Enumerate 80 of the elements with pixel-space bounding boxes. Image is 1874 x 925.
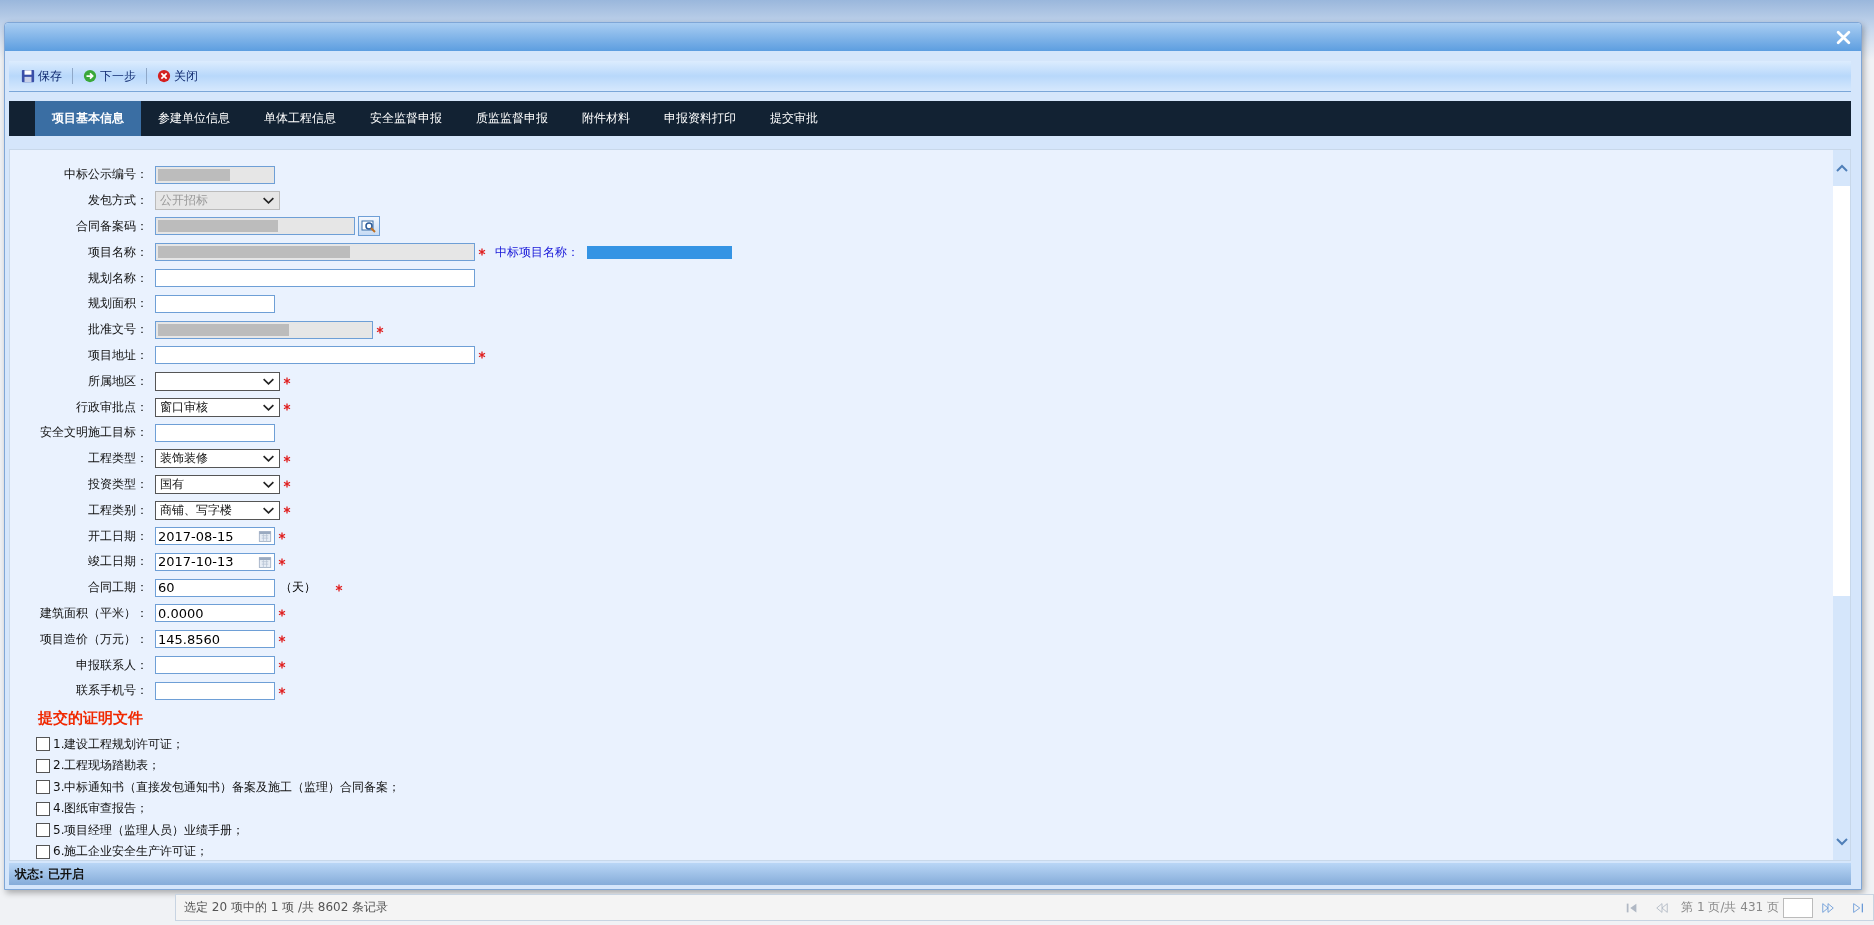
input-field[interactable]: 60	[155, 578, 275, 597]
scrollbar[interactable]	[1833, 150, 1850, 860]
checkbox-label: 6.施工企业安全生产许可证；	[53, 843, 209, 860]
field-label: 联系手机号：	[75, 682, 148, 700]
input-field[interactable]	[155, 269, 475, 288]
checkbox[interactable]	[36, 780, 50, 795]
scroll-down-icon[interactable]	[1835, 838, 1848, 846]
checkbox-label: 2.工程现场踏勘表；	[53, 757, 161, 775]
tab[interactable]: 安全监督申报	[353, 101, 459, 136]
field-label: 竣工日期：	[87, 553, 148, 571]
toolbar-button[interactable]: 保存	[19, 65, 64, 87]
field-label: 合同备案码：	[75, 218, 148, 235]
input-field[interactable]	[155, 423, 275, 442]
field-label: 所属地区：	[87, 372, 148, 390]
field-label: 项目造价（万元）：	[39, 630, 148, 648]
checkbox[interactable]	[36, 737, 50, 752]
input-field[interactable]: 0.0000	[155, 604, 275, 623]
field-label: 工程类别：	[87, 501, 148, 519]
checkbox[interactable]	[36, 802, 50, 816]
tab[interactable]: 单体工程信息	[247, 101, 353, 136]
field-label: 规划名称：	[87, 269, 148, 287]
close-icon	[157, 69, 171, 83]
dropdown[interactable]: 窗口审核	[155, 397, 280, 417]
page-number-field[interactable]	[1783, 897, 1813, 918]
date-field[interactable]: 2017-08-15	[155, 527, 275, 546]
toolbar-button[interactable]: 下一步	[81, 65, 138, 87]
close-icon[interactable]	[1836, 29, 1851, 45]
tab[interactable]: 附件材料	[565, 101, 647, 136]
dropdown[interactable]: 商铺、写字楼	[155, 500, 280, 520]
last-page-icon[interactable]	[1851, 900, 1865, 915]
tab[interactable]: 提交审批	[753, 101, 835, 136]
scroll-up-icon[interactable]	[1835, 164, 1848, 172]
field-label: 发包方式：	[87, 192, 148, 210]
input-field[interactable]: 145.8560	[155, 630, 275, 649]
calendar-icon[interactable]	[258, 530, 272, 544]
tab[interactable]: 质监监督申报	[459, 101, 565, 136]
unit-label: （天）	[280, 579, 316, 597]
field-label: 项目地址：	[87, 346, 148, 364]
field-label: 开工日期：	[87, 527, 148, 545]
tab[interactable]: 项目基本信息	[35, 101, 141, 136]
field-label: 项目名称：	[87, 243, 148, 261]
tab[interactable]: 申报资料打印	[647, 101, 753, 136]
field-label: 中标公示编号：	[63, 166, 148, 184]
lookup-button[interactable]	[358, 216, 380, 237]
checkbox-label: 5.项目经理（监理人员）业绩手册；	[53, 822, 245, 839]
input-field[interactable]	[155, 294, 275, 313]
next-page-icon[interactable]	[1821, 900, 1835, 915]
magnifier-icon	[361, 218, 377, 235]
status-text: 状态: 已开启	[15, 865, 84, 883]
checkbox[interactable]	[36, 823, 50, 838]
field-label: 规划面积：	[87, 295, 148, 313]
checkbox-label: 1.建设工程规划许可证；	[53, 736, 185, 753]
input-field[interactable]	[155, 681, 275, 700]
input-field[interactable]	[155, 656, 275, 675]
field-label: 中标项目名称：	[495, 243, 579, 261]
checkbox[interactable]	[36, 759, 50, 773]
toolbar-button[interactable]: 关闭	[155, 65, 200, 87]
checkbox-label: 4.图纸审查报告；	[53, 800, 149, 818]
dropdown[interactable]: 装饰装修	[155, 449, 280, 469]
record-summary: 选定 20 项中的 1 项 /共 8602 条记录	[184, 899, 389, 916]
field-label: 行政审批点：	[75, 398, 148, 416]
field-label: 投资类型：	[87, 475, 148, 493]
checkbox[interactable]	[36, 845, 50, 859]
tab[interactable]: 参建单位信息	[141, 101, 247, 136]
date-field[interactable]: 2017-10-13	[155, 552, 275, 571]
field-label: 工程类型：	[87, 450, 148, 468]
calendar-icon[interactable]	[258, 555, 272, 569]
field-label: 申报联系人：	[75, 656, 148, 674]
field-label: 批准文号：	[87, 321, 148, 339]
page-info: 第 1 页/共 431 页	[1681, 899, 1779, 916]
previous-page-icon[interactable]	[1655, 900, 1670, 915]
checkbox-label: 3.中标通知书（直接发包通知书）备案及施工（监理）合同备案；	[53, 779, 401, 796]
right-arrow-icon	[83, 69, 97, 83]
field-label: 安全文明施工目标：	[39, 424, 148, 442]
field-label: 建筑面积（平米）：	[39, 604, 148, 622]
dropdown[interactable]: 国有	[155, 474, 280, 494]
field-label: 合同工期：	[87, 579, 148, 597]
dropdown[interactable]	[155, 371, 280, 391]
section-title: 提交的证明文件	[38, 708, 144, 728]
input-field[interactable]	[155, 346, 475, 365]
